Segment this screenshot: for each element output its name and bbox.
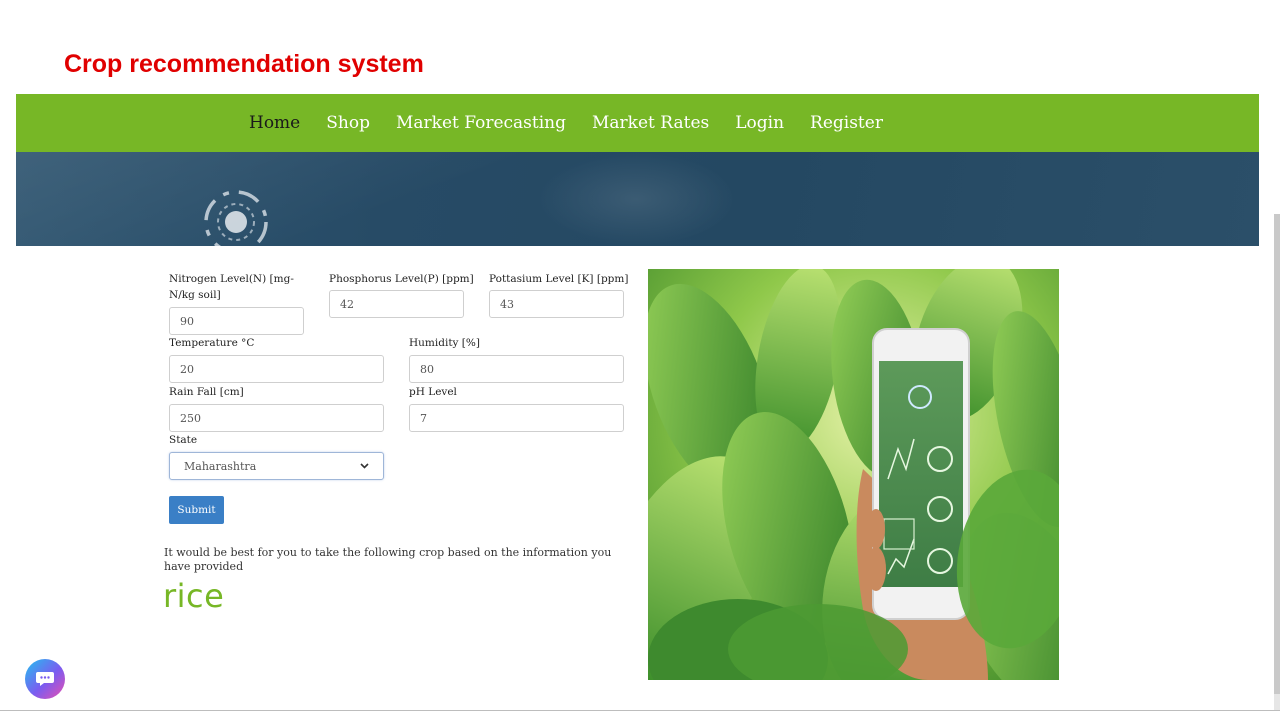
sensor-logo-icon (204, 190, 268, 246)
ph-input[interactable]: 7 (409, 404, 624, 432)
crop-smartphone-image (648, 269, 1059, 680)
state-label: State (169, 434, 198, 446)
nav-register[interactable]: Register (797, 113, 896, 133)
temperature-label: Temperature °C (169, 337, 255, 349)
state-select-value: Maharashtra (184, 459, 257, 473)
rainfall-label: Rain Fall [cm] (169, 386, 244, 398)
chat-bubble-icon (36, 672, 54, 686)
nav-home[interactable]: Home (236, 113, 313, 133)
chat-button[interactable] (25, 659, 65, 699)
potassium-label: Pottasium Level [K] [ppm] (489, 273, 629, 285)
result-message: It would be best for you to take the fol… (164, 546, 612, 573)
slide-title: Crop recommendation system (64, 50, 424, 78)
potassium-input[interactable]: 43 (489, 290, 624, 318)
hero-banner (16, 152, 1259, 246)
rainfall-input[interactable]: 250 (169, 404, 384, 432)
nav-login[interactable]: Login (722, 113, 797, 133)
nav-shop[interactable]: Shop (313, 113, 383, 133)
temperature-input[interactable]: 20 (169, 355, 384, 383)
chevron-down-icon (360, 463, 369, 469)
submit-button[interactable]: Submit (169, 496, 224, 524)
phosphorus-input[interactable]: 42 (329, 290, 464, 318)
state-select[interactable]: Maharashtra (169, 452, 384, 480)
humidity-input[interactable]: 80 (409, 355, 624, 383)
nav-menu: Home Shop Market Forecasting Market Rate… (236, 94, 896, 152)
recommended-crop: rice (163, 577, 225, 615)
humidity-label: Humidity [%] (409, 337, 480, 349)
nitrogen-label: Nitrogen Level(N) [mg-N/kg soil] (169, 273, 294, 301)
scrollbar-thumb[interactable] (1274, 214, 1280, 694)
nav-market-forecasting[interactable]: Market Forecasting (383, 113, 579, 133)
navbar: Home Shop Market Forecasting Market Rate… (16, 94, 1259, 152)
nav-market-rates[interactable]: Market Rates (579, 113, 722, 133)
divider (0, 710, 1280, 711)
nitrogen-input[interactable]: 90 (169, 307, 304, 335)
ph-label: pH Level (409, 386, 457, 398)
phosphorus-label: Phosphorus Level(P) [ppm] (329, 273, 474, 285)
